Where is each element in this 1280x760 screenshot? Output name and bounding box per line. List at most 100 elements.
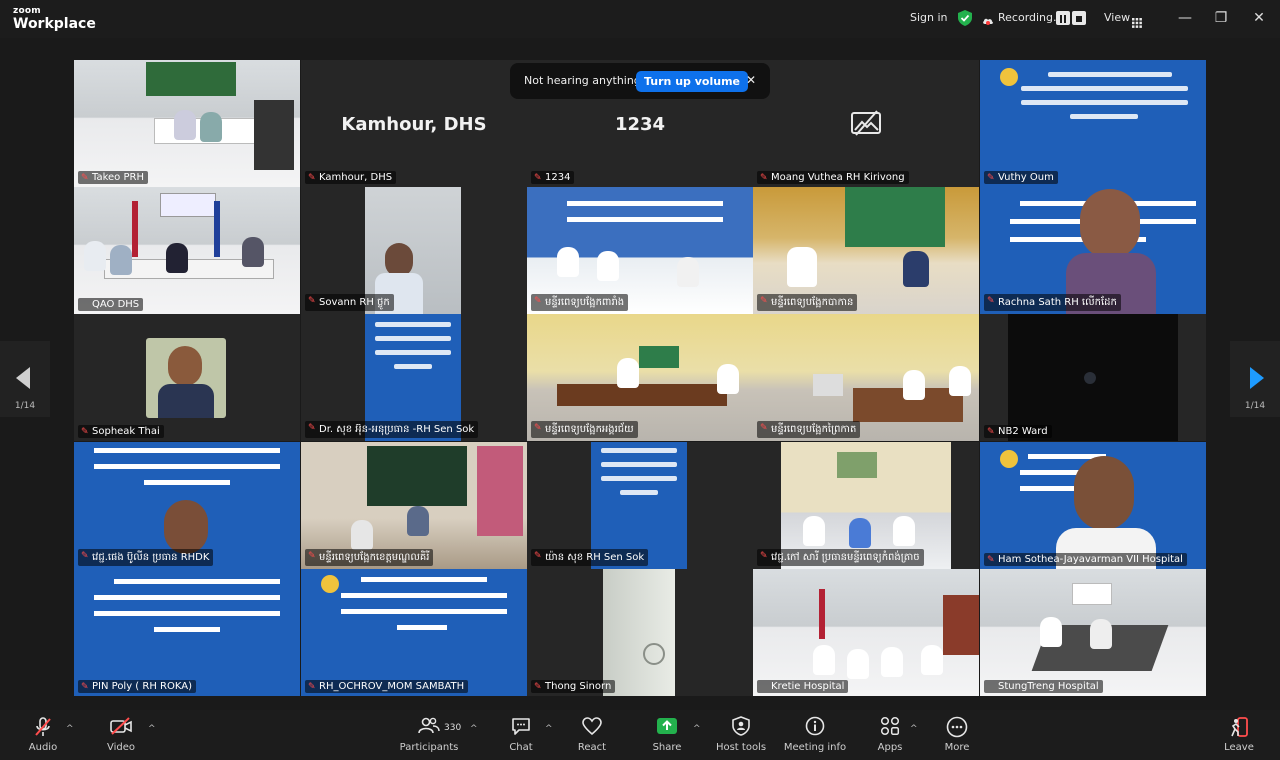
share-button[interactable]: Share xyxy=(632,716,702,753)
video-tile[interactable]: Kamhour, DHS ✎ Kamhour, DHS xyxy=(301,60,527,187)
participant-name: ✎ វេជ្ជ.កៅ សារី ប្រធានមន្ទីរពេទ្យកំពង់ត្រ… xyxy=(757,549,924,566)
person xyxy=(385,243,413,277)
muted-mic-icon: ✎ xyxy=(81,427,89,437)
muted-mic-icon: ✎ xyxy=(81,173,89,183)
muted-mic-icon: ✎ xyxy=(534,173,542,183)
video-tile[interactable]: ✎ វេជ្ជ.កៅ សារី ប្រធានមន្ទីរពេទ្យកំពង់ត្រ… xyxy=(753,442,979,569)
person xyxy=(949,366,971,396)
restore-icon[interactable]: ❐ xyxy=(1210,8,1232,28)
meeting-info-button[interactable]: Meeting info xyxy=(780,716,850,753)
video-tile[interactable]: ✎ មន្ទីរពេទ្យបង្អែកអង្គរជ័យ xyxy=(527,314,753,441)
video-tile[interactable]: ✎ យ៉ាន សុខ RH Sen Sok xyxy=(527,442,753,569)
chat-chevron-up-icon[interactable]: ^ xyxy=(545,724,553,734)
turn-up-volume-button[interactable]: Turn up volume xyxy=(636,71,748,92)
person xyxy=(677,257,699,287)
chevron-right-icon xyxy=(1250,367,1264,389)
person xyxy=(893,516,915,546)
participant-name: ✎ យ៉ាន សុខ RH Sen Sok xyxy=(531,549,649,566)
video-tile[interactable]: ✎ Thong Sinorn xyxy=(527,569,753,696)
participant-name: ✎ មន្ទីរពេទ្យបង្អែកពារាំង xyxy=(531,294,629,311)
video-tile[interactable]: ✎ មន្ទីរពេទ្យបង្អែកបាកាន xyxy=(753,187,979,314)
react-button[interactable]: React xyxy=(557,716,627,753)
video-off-icon xyxy=(86,716,156,740)
person xyxy=(597,251,619,281)
muted-mic-icon: ✎ xyxy=(308,423,316,433)
apps-chevron-up-icon[interactable]: ^ xyxy=(910,724,918,734)
video-tile[interactable]: ✎ Rachna Sath RH លើកដែក xyxy=(980,187,1206,314)
participants-button[interactable]: Participants xyxy=(394,716,464,753)
more-button[interactable]: More xyxy=(922,716,992,753)
close-toast-icon[interactable]: ✕ xyxy=(746,73,756,87)
person xyxy=(803,516,825,546)
video-tile[interactable]: ✎ មន្ទីរពេទ្យបង្អែកពារាំង xyxy=(527,187,753,314)
stop-recording-icon[interactable] xyxy=(1072,11,1086,25)
video-tile[interactable]: ✎ វេជ្ជ.ផេង ប៊ូលីន ប្រធាន RHDK xyxy=(74,442,300,569)
host-tools-button[interactable]: Host tools xyxy=(706,716,776,753)
person xyxy=(407,506,429,536)
person xyxy=(200,112,222,142)
video-button[interactable]: Video xyxy=(86,716,156,753)
video-tile[interactable]: ✎ PIN Poly ( RH ROKA) xyxy=(74,569,300,696)
video-tile[interactable]: ✎ មន្ទីរពេទ្យបង្អែកខេត្តមណ្ឌលគិរី xyxy=(301,442,527,569)
video-tile[interactable]: ✎ Dr. សុខ អ៊ុន-អនុប្រធាន -RH Sen Sok xyxy=(301,314,527,441)
person xyxy=(164,500,208,554)
person xyxy=(903,251,929,287)
participants-chevron-up-icon[interactable]: ^ xyxy=(470,724,478,734)
pause-recording-icon[interactable] xyxy=(1056,11,1070,25)
video-tile[interactable]: Kretie Hospital xyxy=(753,569,979,696)
participant-name: ✎ Takeo PRH xyxy=(78,171,148,184)
cloud-record-icon xyxy=(982,12,994,25)
close-window-icon[interactable]: ✕ xyxy=(1248,8,1270,28)
react-label: React xyxy=(577,742,607,753)
previous-page-button[interactable]: 1/14 xyxy=(0,341,50,417)
video-tile-active-speaker[interactable]: QAO DHS xyxy=(74,187,300,314)
muted-mic-icon: ✎ xyxy=(81,551,89,561)
next-page-button[interactable]: 1/14 xyxy=(1230,341,1280,417)
video-off-icon xyxy=(851,110,881,136)
video-options-chevron-up-icon[interactable]: ^ xyxy=(148,724,156,734)
muted-mic-icon: ✎ xyxy=(308,682,316,692)
audio-options-chevron-up-icon[interactable]: ^ xyxy=(66,724,74,734)
video-tile[interactable]: ✎ Ham Sothea-Jayavarman VII Hospital xyxy=(980,442,1206,569)
participant-name: ✎ វេជ្ជ.ផេង ប៊ូលីន ប្រធាន RHDK xyxy=(78,549,214,566)
video-tile[interactable]: ✎ Vuthy Oum xyxy=(980,60,1206,187)
shield-icon xyxy=(706,716,776,740)
logo-bottom: Workplace xyxy=(13,16,96,32)
person xyxy=(110,245,132,275)
muted-mic-icon: ✎ xyxy=(987,555,995,565)
participant-name: StungTreng Hospital xyxy=(984,680,1103,693)
share-chevron-up-icon[interactable]: ^ xyxy=(693,724,701,734)
view-button[interactable]: View xyxy=(1104,11,1130,24)
participant-name: ✎ មន្ទីរពេទ្យបង្អែកបាកាន xyxy=(757,294,858,311)
person xyxy=(557,247,579,277)
participant-name: ✎ មន្ទីរពេទ្យបង្អែកខេត្តមណ្ឌលគិរី xyxy=(305,549,434,566)
participant-name: ✎ NB2 Ward xyxy=(984,425,1052,438)
apps-button[interactable]: Apps xyxy=(855,716,925,753)
video-tile[interactable]: StungTreng Hospital xyxy=(980,569,1206,696)
screen xyxy=(367,446,467,506)
video-gallery: 1/14 1/14 ✎ Takeo PRH Kamhour, DHS ✎ Kamho… xyxy=(0,38,1280,710)
video-tile[interactable]: ✎ Moang Vuthea RH Kirivong xyxy=(753,60,979,187)
audio-button[interactable]: Audio xyxy=(8,716,78,753)
muted-mic-icon: ✎ xyxy=(760,423,768,433)
shield-check-icon[interactable] xyxy=(958,10,972,26)
video-tile[interactable]: ✎ Takeo PRH xyxy=(74,60,300,187)
person xyxy=(717,364,739,394)
participant-name: QAO DHS xyxy=(78,298,144,311)
recording-status[interactable]: Recording... xyxy=(998,11,1064,24)
info-icon xyxy=(780,716,850,740)
leave-icon xyxy=(1204,716,1274,740)
minimize-icon[interactable]: — xyxy=(1174,8,1196,28)
title-bar: zoom Workplace Sign in Recording... View… xyxy=(0,0,1280,38)
video-tile[interactable]: ✎ Sovann RH ថ្លូក xyxy=(301,187,527,314)
video-tile[interactable]: ✎ Sopheak Thai xyxy=(74,314,300,441)
person xyxy=(242,237,264,267)
video-tile[interactable]: ✎ RH_OCHROV_MOM SAMBATH xyxy=(301,569,527,696)
grid-view-icon[interactable] xyxy=(1132,13,1142,28)
video-tile[interactable]: ✎ NB2 Ward xyxy=(980,314,1206,441)
person-body xyxy=(158,384,214,418)
leave-button[interactable]: Leave xyxy=(1204,716,1274,753)
chat-button[interactable]: Chat xyxy=(486,716,556,753)
sign-in-button[interactable]: Sign in xyxy=(910,11,948,24)
video-tile[interactable]: ✎ មន្ទីរពេទ្យបង្អែកព្រៃកាត xyxy=(753,314,979,441)
